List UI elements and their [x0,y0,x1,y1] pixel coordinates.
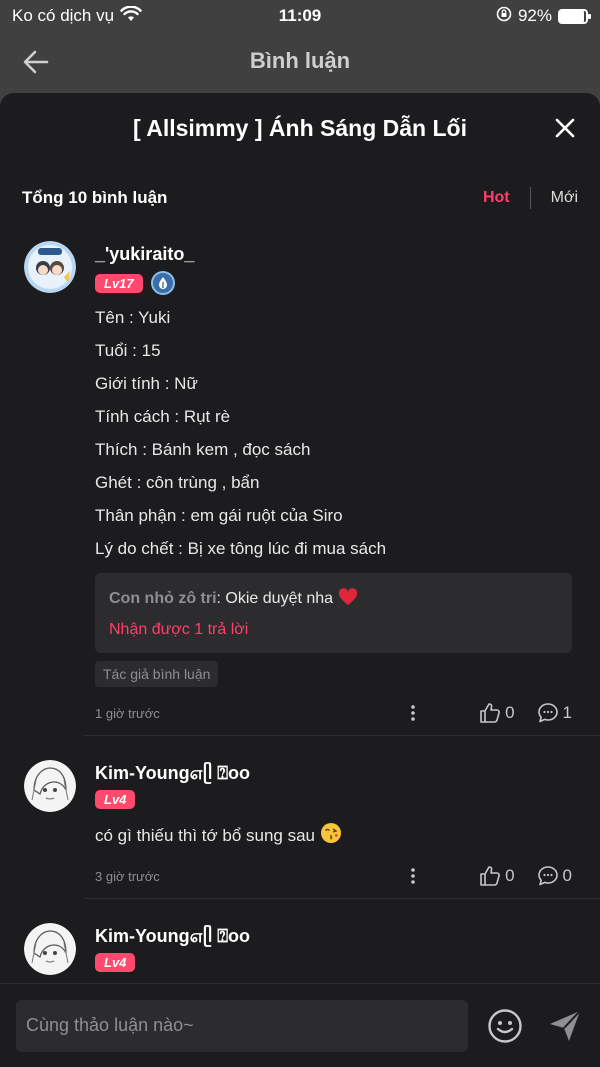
tab-new[interactable]: Mới [549,189,580,207]
like-count: 0 [505,866,515,885]
emoji-button[interactable] [486,1007,524,1045]
comment-input[interactable] [16,999,469,1052]
comment-bubble-icon [537,866,558,886]
thumbs-up-icon [480,703,500,723]
battery-level [560,10,584,22]
reply-line: Con nhỏ zô tri: Okie duyệt nha [109,587,558,611]
comment-meta: 1 giờ trước 0 1 [95,693,572,733]
writer-badge-icon [150,271,175,295]
tab-hot[interactable]: Hot [481,189,512,207]
comment-line: Thân phận : em gái ruột của Siro [95,506,343,525]
comment-item: _'yukiraito_ Lv17 Tên : Yuki Tuổi : 15 G… [0,241,600,733]
like-button[interactable]: 0 [479,865,515,887]
comment-line: Tính cách : Rụt rè [95,407,231,426]
comment-line: Tên : Yuki [95,308,171,327]
avatar[interactable] [24,760,76,812]
comment-line: Ghét : côn trùng , bẩn [95,473,260,492]
reply-author[interactable]: Con nhỏ zô tri [109,590,217,607]
carrier-label: Ko có dịch vụ [12,6,115,25]
comment-username[interactable]: Kim-Young௭ᥫ ⍰oo [95,760,572,786]
send-button[interactable] [546,1007,584,1045]
comment-line: Lý do chết : Bị xe tông lúc đi mua sách [95,539,387,558]
avatar-image [24,760,76,812]
comment-text: có gì thiếu thì tớ bổ sung sau [95,826,316,845]
arrow-left-icon [23,50,49,74]
more-button[interactable] [399,699,427,727]
comment-body: có gì thiếu thì tớ bổ sung sau [95,819,572,852]
back-button[interactable] [20,46,52,78]
kiss-face-icon [320,823,341,843]
comment-time: 3 giờ trước [95,868,160,884]
more-vertical-icon [411,705,415,721]
level-badge: Lv4 [95,790,136,809]
badges: Lv4 [95,790,572,809]
summary-row: Tổng 10 bình luận Hot Mới [0,163,600,233]
badges: Lv4 [95,953,572,972]
thumbs-up-icon [480,866,500,886]
status-bar: Ko có dịch vụ 11:09 92% [0,0,600,32]
reply-button[interactable]: 0 [537,865,572,887]
heart-icon [338,588,357,605]
battery-percent: 92% [517,6,552,25]
comment-body: Tên : Yuki Tuổi : 15 Giới tính : Nữ Tính… [95,301,572,565]
comment-item: Kim-Young௭ᥫ ⍰oo Lv4 [0,923,600,975]
comment-actions: 0 1 [399,699,572,727]
like-count: 0 [505,703,515,722]
avatar[interactable] [24,241,76,293]
close-button[interactable] [552,115,578,141]
comment-bubble-icon [537,703,558,723]
reply-preview[interactable]: Con nhỏ zô tri: Okie duyệt nha Nhận được… [95,573,572,653]
status-left: Ko có dịch vụ [12,5,142,27]
battery-icon [558,8,591,24]
avatar-image [24,241,76,293]
comment-username[interactable]: Kim-Young௭ᥫ ⍰oo [95,923,572,949]
comments-sheet: [ Allsimmy ] Ánh Sáng Dẫn Lối Tổng 10 bì… [0,93,600,1067]
comment-actions: 0 0 [399,862,572,890]
smiley-icon [488,1008,522,1043]
badges: Lv17 [95,271,572,295]
orientation-lock-icon [496,6,512,27]
story-title: [ Allsimmy ] Ánh Sáng Dẫn Lối [133,114,467,141]
comment-input-bar [0,983,600,1067]
reply-count: 0 [562,866,572,885]
comment-meta: 3 giờ trước 0 0 [95,856,572,896]
comment-line: có gì thiếu thì tớ bổ sung sau [95,819,572,852]
reply-button[interactable]: 1 [537,702,572,724]
comment-line: Thích : Bánh kem , đọc sách [95,440,311,459]
like-button[interactable]: 0 [479,702,515,724]
close-icon [555,118,575,138]
page-title: Bình luận [249,48,351,73]
total-comments: Tổng 10 bình luận [22,188,168,207]
level-badge: Lv4 [95,953,136,972]
comment-item: Kim-Young௭ᥫ ⍰oo Lv4 có gì thiếu thì tớ b… [0,760,600,896]
avatar[interactable] [24,923,76,975]
sheet-header: [ Allsimmy ] Ánh Sáng Dẫn Lối [0,93,600,163]
send-icon [550,1009,581,1041]
comment-line: Tuổi : 15 [95,341,161,360]
comment-divider [84,898,600,899]
more-button[interactable] [399,862,427,890]
reply-count-link[interactable]: Nhận được 1 trả lời [109,621,558,639]
top-nav: Bình luận [0,32,600,90]
author-tag: Tác giả bình luận [95,661,219,687]
wifi-icon [120,5,142,27]
reply-text: Okie duyệt nha [220,590,334,607]
comment-time: 1 giờ trước [95,705,160,721]
sort-divider [529,187,531,209]
reply-count: 1 [562,703,572,722]
comment-divider [84,735,600,736]
comment-username[interactable]: _'yukiraito_ [95,241,572,267]
more-vertical-icon [411,868,415,884]
sort-tabs: Hot Mới [481,187,580,209]
comment-line: Giới tính : Nữ [95,374,198,393]
level-badge: Lv17 [95,273,143,293]
status-right: 92% [496,6,591,27]
avatar-image [24,923,76,975]
